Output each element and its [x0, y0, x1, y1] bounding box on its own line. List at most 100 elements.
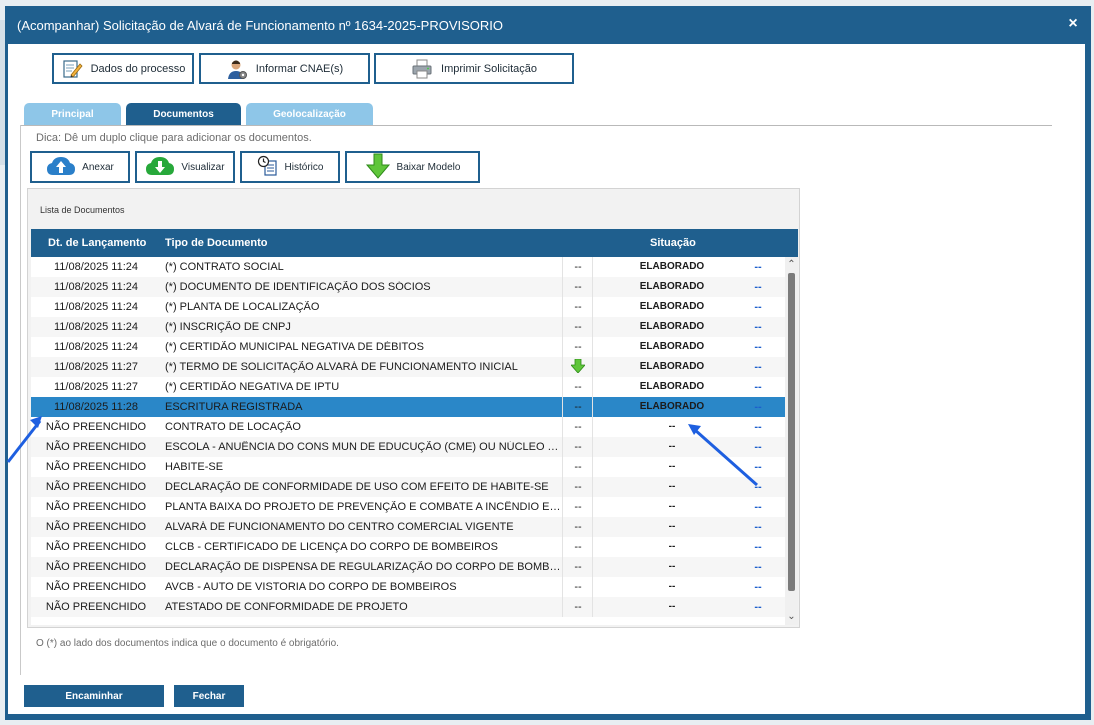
row-status: -- — [668, 461, 676, 472]
header-type[interactable]: Tipo de Documento — [165, 237, 267, 249]
row-action-link[interactable]: -- — [751, 441, 765, 453]
anexar-button[interactable]: Anexar — [30, 151, 130, 183]
document-list-title: Lista de Documentos — [40, 205, 125, 215]
row-file-cell[interactable]: -- — [571, 581, 585, 593]
table-row[interactable]: 11/08/2025 11:24 (*) DOCUMENTO DE IDENTIF… — [31, 277, 785, 297]
row-file-cell[interactable]: -- — [571, 261, 585, 273]
column-separator — [592, 257, 593, 277]
scroll-thumb[interactable] — [788, 273, 795, 591]
row-file-cell[interactable]: -- — [571, 541, 585, 553]
mandatory-legend-note: O (*) ao lado dos documentos indica que … — [36, 638, 339, 649]
cloud-download-icon — [145, 155, 175, 180]
visualizar-button[interactable]: Visualizar — [135, 151, 235, 183]
column-separator — [592, 457, 593, 477]
row-document-type: (*) INSCRIÇÃO DE CNPJ — [165, 321, 291, 333]
row-file-cell[interactable]: -- — [571, 381, 585, 393]
tab-geolocalizacao[interactable]: Geolocalização — [246, 103, 373, 125]
scroll-down-icon[interactable]: ⌄ — [785, 611, 798, 623]
row-action-link[interactable]: -- — [751, 281, 765, 293]
informar-cnae-button[interactable]: Informar CNAE(s) — [199, 53, 370, 84]
table-row[interactable]: 11/08/2025 11:24 (*) CERTIDÃO MUNICIPAL N… — [31, 337, 785, 357]
imprimir-solicitacao-button[interactable]: Imprimir Solicitação — [374, 53, 574, 84]
row-file-cell[interactable]: -- — [571, 401, 585, 413]
row-file-cell[interactable]: -- — [571, 501, 585, 513]
row-file-cell[interactable]: -- — [571, 521, 585, 533]
row-date: 11/08/2025 11:27 — [53, 361, 138, 373]
column-separator — [592, 577, 593, 597]
table-row[interactable]: 11/08/2025 11:27 (*) CERTIDÃO NEGATIVA DE… — [31, 377, 785, 397]
column-separator — [592, 417, 593, 437]
row-status: ELABORADO — [639, 381, 705, 392]
row-action-link[interactable]: -- — [751, 541, 765, 553]
table-row[interactable]: 11/08/2025 11:24 (*) INSCRIÇÃO DE CNPJ -- E… — [31, 317, 785, 337]
row-document-type: AVCB - AUTO DE VISTORIA DO CORPO DE BOMB… — [165, 581, 457, 593]
row-status: -- — [668, 501, 676, 512]
header-status[interactable]: Situação — [650, 237, 696, 249]
fechar-button[interactable]: Fechar — [174, 685, 244, 707]
close-icon[interactable]: × — [1065, 16, 1081, 32]
row-action-link[interactable]: -- — [751, 341, 765, 353]
table-body: 11/08/2025 11:24 (*) CONTRATO SOCIAL -- ELA… — [31, 257, 785, 625]
row-document-type: (*) CONTRATO SOCIAL — [165, 261, 284, 273]
row-action-link[interactable]: -- — [751, 301, 765, 313]
table-row[interactable]: 11/08/2025 11:24 (*) CONTRATO SOCIAL -- ELA… — [31, 257, 785, 277]
tab-principal[interactable]: Principal — [24, 103, 121, 125]
row-file-cell[interactable]: -- — [571, 321, 585, 333]
row-status: -- — [668, 521, 676, 532]
informar-cnae-label: Informar CNAE(s) — [255, 62, 344, 75]
row-file-cell[interactable]: -- — [571, 561, 585, 573]
column-separator — [592, 337, 593, 357]
table-row[interactable]: NÃO PREENCHIDO DECLARAÇÃO DE CONFORMIDADE… — [31, 477, 785, 497]
row-file-cell[interactable]: -- — [571, 281, 585, 293]
row-action-link[interactable]: -- — [751, 581, 765, 593]
row-action-link[interactable]: -- — [751, 421, 765, 433]
table-row[interactable]: NÃO PREENCHIDO ESCOLA - ANUÊNCIA DO CONS … — [31, 437, 785, 457]
historico-button[interactable]: Histórico — [240, 151, 340, 183]
dados-processo-button[interactable]: Dados do processo — [52, 53, 194, 84]
row-date: 11/08/2025 11:27 — [53, 381, 138, 393]
baixar-modelo-button[interactable]: Baixar Modelo — [345, 151, 480, 183]
row-action-link[interactable]: -- — [751, 561, 765, 573]
table-row[interactable]: NÃO PREENCHIDO DECLARAÇÃO DE DISPENSA DE … — [31, 557, 785, 577]
table-row[interactable]: NÃO PREENCHIDO AVCB - AUTO DE VISTORIA DO… — [31, 577, 785, 597]
table-row[interactable]: NÃO PREENCHIDO HABITE-SE -- -- -- — [31, 457, 785, 477]
row-file-cell[interactable]: -- — [571, 441, 585, 453]
row-action-link[interactable]: -- — [751, 381, 765, 393]
row-action-link[interactable]: -- — [751, 481, 765, 493]
table-row[interactable]: NÃO PREENCHIDO ALVARÁ DE FUNCIONAMENTO DO… — [31, 517, 785, 537]
column-separator — [592, 317, 593, 337]
table-row[interactable]: NÃO PREENCHIDO ATESTADO DE CONFORMIDADE D… — [31, 597, 785, 617]
table-row[interactable]: NÃO PREENCHIDO PLANTA BAIXA DO PROJETO DE… — [31, 497, 785, 517]
row-file-cell[interactable]: -- — [571, 341, 585, 353]
table-row[interactable]: 11/08/2025 11:28 ESCRITURA REGISTRADA -- EL… — [31, 397, 785, 417]
edit-document-icon — [61, 58, 83, 80]
row-action-link[interactable]: -- — [751, 601, 765, 613]
scroll-up-icon[interactable]: ⌃ — [785, 259, 798, 271]
row-file-cell[interactable]: -- — [571, 461, 585, 473]
table-row[interactable]: NÃO PREENCHIDO CLCB - CERTIFICADO DE LICE… — [31, 537, 785, 557]
row-document-type: (*) TERMO DE SOLICITAÇÃO ALVARÁ DE FUNCI… — [165, 361, 518, 373]
vertical-scrollbar[interactable]: ⌃ ⌄ — [785, 257, 798, 625]
header-date[interactable]: Dt. de Lançamento — [48, 237, 146, 249]
row-file-cell[interactable]: -- — [571, 601, 585, 613]
download-arrow-icon — [365, 153, 391, 182]
row-file-cell[interactable]: -- — [571, 421, 585, 433]
row-action-link[interactable]: -- — [751, 501, 765, 513]
row-action-link[interactable]: -- — [751, 521, 765, 533]
download-file-icon[interactable] — [570, 358, 586, 376]
table-row[interactable]: 11/08/2025 11:27 (*) TERMO DE SOLICITAÇÃO… — [31, 357, 785, 377]
table-row[interactable]: 11/08/2025 11:24 (*) PLANTA DE LOCALIZAÇÃ… — [31, 297, 785, 317]
row-action-link[interactable]: -- — [751, 461, 765, 473]
row-file-cell[interactable]: -- — [571, 481, 585, 493]
document-list-panel: Lista de Documentos Dt. de Lançamento Ti… — [27, 188, 800, 628]
table-row[interactable]: NÃO PREENCHIDO CONTRATO DE LOCAÇÃO -- -- -- — [31, 417, 785, 437]
row-file-cell[interactable]: -- — [571, 301, 585, 313]
encaminhar-button[interactable]: Encaminhar — [24, 685, 164, 707]
row-document-type: DECLARAÇÃO DE CONFORMIDADE DE USO COM EF… — [165, 481, 549, 493]
row-action-link[interactable]: -- — [751, 361, 765, 373]
row-action-link[interactable]: -- — [751, 321, 765, 333]
row-action-link[interactable]: -- — [751, 261, 765, 273]
row-action-link[interactable]: -- — [751, 401, 765, 413]
tab-documentos[interactable]: Documentos — [126, 103, 241, 125]
row-document-type: (*) PLANTA DE LOCALIZAÇÃO — [165, 301, 320, 313]
